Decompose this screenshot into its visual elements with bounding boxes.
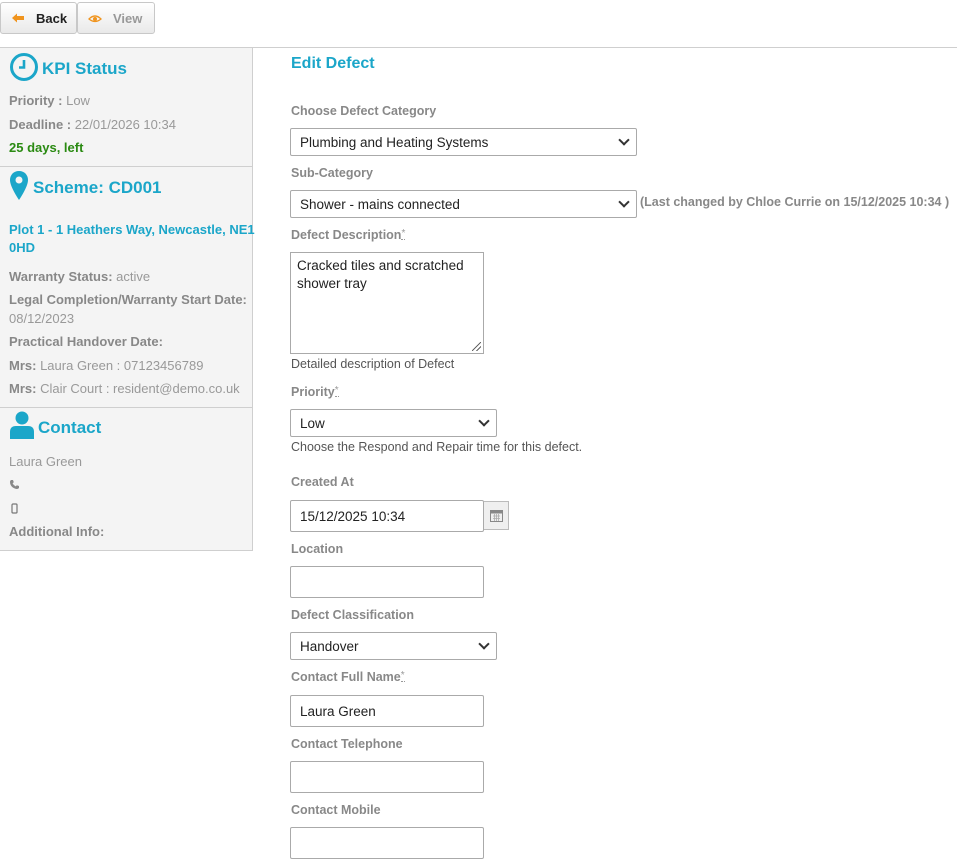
contact-name-input-value: Laura Green bbox=[300, 703, 376, 719]
warranty-status-label: Warranty Status: bbox=[9, 269, 113, 284]
view-button[interactable]: View bbox=[77, 2, 155, 34]
kpi-deadline-label: Deadline : bbox=[9, 117, 72, 132]
kpi-priority-value: Low bbox=[66, 93, 90, 108]
sidebar: KPI Status Priority : Low Deadline : 22/… bbox=[0, 47, 255, 551]
view-button-label: View bbox=[113, 10, 143, 26]
subcategory-select[interactable]: Shower - mains connected bbox=[290, 190, 637, 218]
scheme-section: Scheme: CD001 bbox=[0, 170, 252, 202]
resident-2: Mrs: Clair Court : resident@demo.co.uk bbox=[9, 381, 240, 396]
user-icon bbox=[9, 410, 35, 440]
kpi-deadline-value: 22/01/2026 10:34 bbox=[74, 117, 176, 132]
phone-icon bbox=[9, 478, 20, 493]
kpi-days-left: 25 days, left bbox=[9, 140, 84, 155]
additional-info-label-text: Additional Info: bbox=[9, 524, 105, 539]
legal-completion-value: 08/12/2023 bbox=[9, 311, 75, 326]
contact-title: Contact bbox=[9, 410, 252, 440]
practical-handover-label-text: Practical Handover Date: bbox=[9, 334, 163, 349]
created-at-input[interactable]: 15/12/2025 10:34 bbox=[290, 500, 484, 532]
contact-name: Laura Green bbox=[9, 454, 82, 469]
contact-name-input[interactable]: Laura Green bbox=[290, 695, 484, 727]
contact-name-label: Contact Full Name* bbox=[291, 670, 405, 684]
contact-section: Contact bbox=[0, 410, 252, 440]
contact-telephone-input[interactable] bbox=[290, 761, 484, 793]
priority-label-text: Priority bbox=[291, 385, 335, 399]
location-label: Location bbox=[291, 542, 344, 556]
description-textarea-value: Cracked tiles and scratched shower tray bbox=[297, 258, 464, 291]
legal-completion-label-text: Legal Completion/Warranty Start Date: bbox=[9, 292, 247, 307]
divider bbox=[0, 407, 252, 408]
warranty-status: Warranty Status: active bbox=[9, 269, 150, 284]
calendar-icon bbox=[489, 509, 503, 522]
kpi-priority-label: Priority : bbox=[9, 93, 63, 108]
kpi-priority: Priority : Low bbox=[9, 93, 90, 108]
back-button[interactable]: Back bbox=[0, 2, 77, 34]
kpi-title: KPI Status bbox=[9, 52, 252, 82]
mobile-icon bbox=[9, 502, 20, 517]
category-label: Choose Defect Category bbox=[291, 104, 437, 118]
additional-info-label: Additional Info: bbox=[9, 524, 104, 539]
description-label: Defect Description* bbox=[291, 228, 406, 242]
kpi-deadline: Deadline : 22/01/2026 10:34 bbox=[9, 117, 176, 132]
description-textarea[interactable]: Cracked tiles and scratched shower tray bbox=[290, 252, 484, 354]
priority-label: Priority* bbox=[291, 385, 339, 399]
resident-2-value: Clair Court : resident@demo.co.uk bbox=[40, 381, 240, 396]
created-at-label: Created At bbox=[291, 475, 354, 489]
divider bbox=[253, 47, 957, 48]
page-title: Edit Defect bbox=[291, 55, 375, 72]
category-select-value: Plumbing and Heating Systems bbox=[300, 134, 489, 150]
chevron-down-icon bbox=[618, 134, 630, 146]
kpi-title-label: KPI Status bbox=[42, 59, 128, 78]
subcategory-label: Sub-Category bbox=[291, 166, 373, 180]
calendar-button[interactable] bbox=[484, 501, 509, 530]
back-button-label: Back bbox=[36, 10, 68, 26]
last-changed-note: (Last changed by Chloe Currie on 15/12/2… bbox=[640, 195, 950, 209]
created-at-input-value: 15/12/2025 10:34 bbox=[300, 508, 406, 524]
subcategory-select-value: Shower - mains connected bbox=[300, 196, 460, 212]
scheme-address-link-line2[interactable]: 0HD bbox=[9, 240, 35, 255]
contact-name-label-text: Contact Full Name bbox=[291, 670, 401, 684]
description-label-text: Defect Description bbox=[291, 228, 402, 242]
required-marker: * bbox=[334, 385, 339, 397]
contact-title-label: Contact bbox=[38, 418, 102, 437]
category-select[interactable]: Plumbing and Heating Systems bbox=[290, 128, 637, 156]
practical-handover-label: Practical Handover Date: bbox=[9, 334, 163, 349]
contact-telephone-label: Contact Telephone bbox=[291, 737, 403, 751]
chevron-down-icon bbox=[618, 196, 630, 208]
resident-1: Mrs: Laura Green : 07123456789 bbox=[9, 358, 203, 373]
resident-2-title: Mrs: bbox=[9, 381, 37, 396]
legal-completion-label: Legal Completion/Warranty Start Date: bbox=[9, 292, 247, 307]
contact-mobile-input[interactable] bbox=[290, 827, 484, 859]
scheme-title: Scheme: CD001 bbox=[9, 170, 252, 202]
map-pin-icon bbox=[9, 170, 29, 202]
priority-select[interactable]: Low bbox=[290, 409, 497, 437]
classification-label: Defect Classification bbox=[291, 608, 414, 622]
priority-help: Choose the Respond and Repair time for t… bbox=[291, 440, 583, 454]
clock-icon bbox=[9, 52, 39, 82]
scheme-title-label: Scheme: CD001 bbox=[33, 178, 162, 197]
divider bbox=[0, 166, 252, 167]
chevron-down-icon bbox=[478, 638, 490, 650]
arrow-left-icon bbox=[11, 11, 25, 25]
toolbar: Back View bbox=[0, 2, 155, 36]
scheme-address-link[interactable]: Plot 1 - 1 Heathers Way, Newcastle, NE1 bbox=[9, 222, 255, 237]
description-help: Detailed description of Defect bbox=[291, 357, 455, 371]
warranty-status-value: active bbox=[116, 269, 151, 284]
resident-1-title: Mrs: bbox=[9, 358, 37, 373]
resident-1-value: Laura Green : 07123456789 bbox=[40, 358, 204, 373]
location-input[interactable] bbox=[290, 566, 484, 598]
contact-mobile-label: Contact Mobile bbox=[291, 803, 381, 817]
classification-select[interactable]: Handover bbox=[290, 632, 497, 660]
required-marker: * bbox=[400, 670, 405, 682]
priority-select-value: Low bbox=[300, 415, 325, 431]
eye-icon bbox=[88, 11, 102, 25]
kpi-section: KPI Status bbox=[0, 52, 252, 82]
resize-handle-icon[interactable] bbox=[472, 342, 481, 351]
required-marker: * bbox=[401, 228, 406, 240]
classification-select-value: Handover bbox=[300, 638, 359, 654]
chevron-down-icon bbox=[478, 415, 490, 427]
